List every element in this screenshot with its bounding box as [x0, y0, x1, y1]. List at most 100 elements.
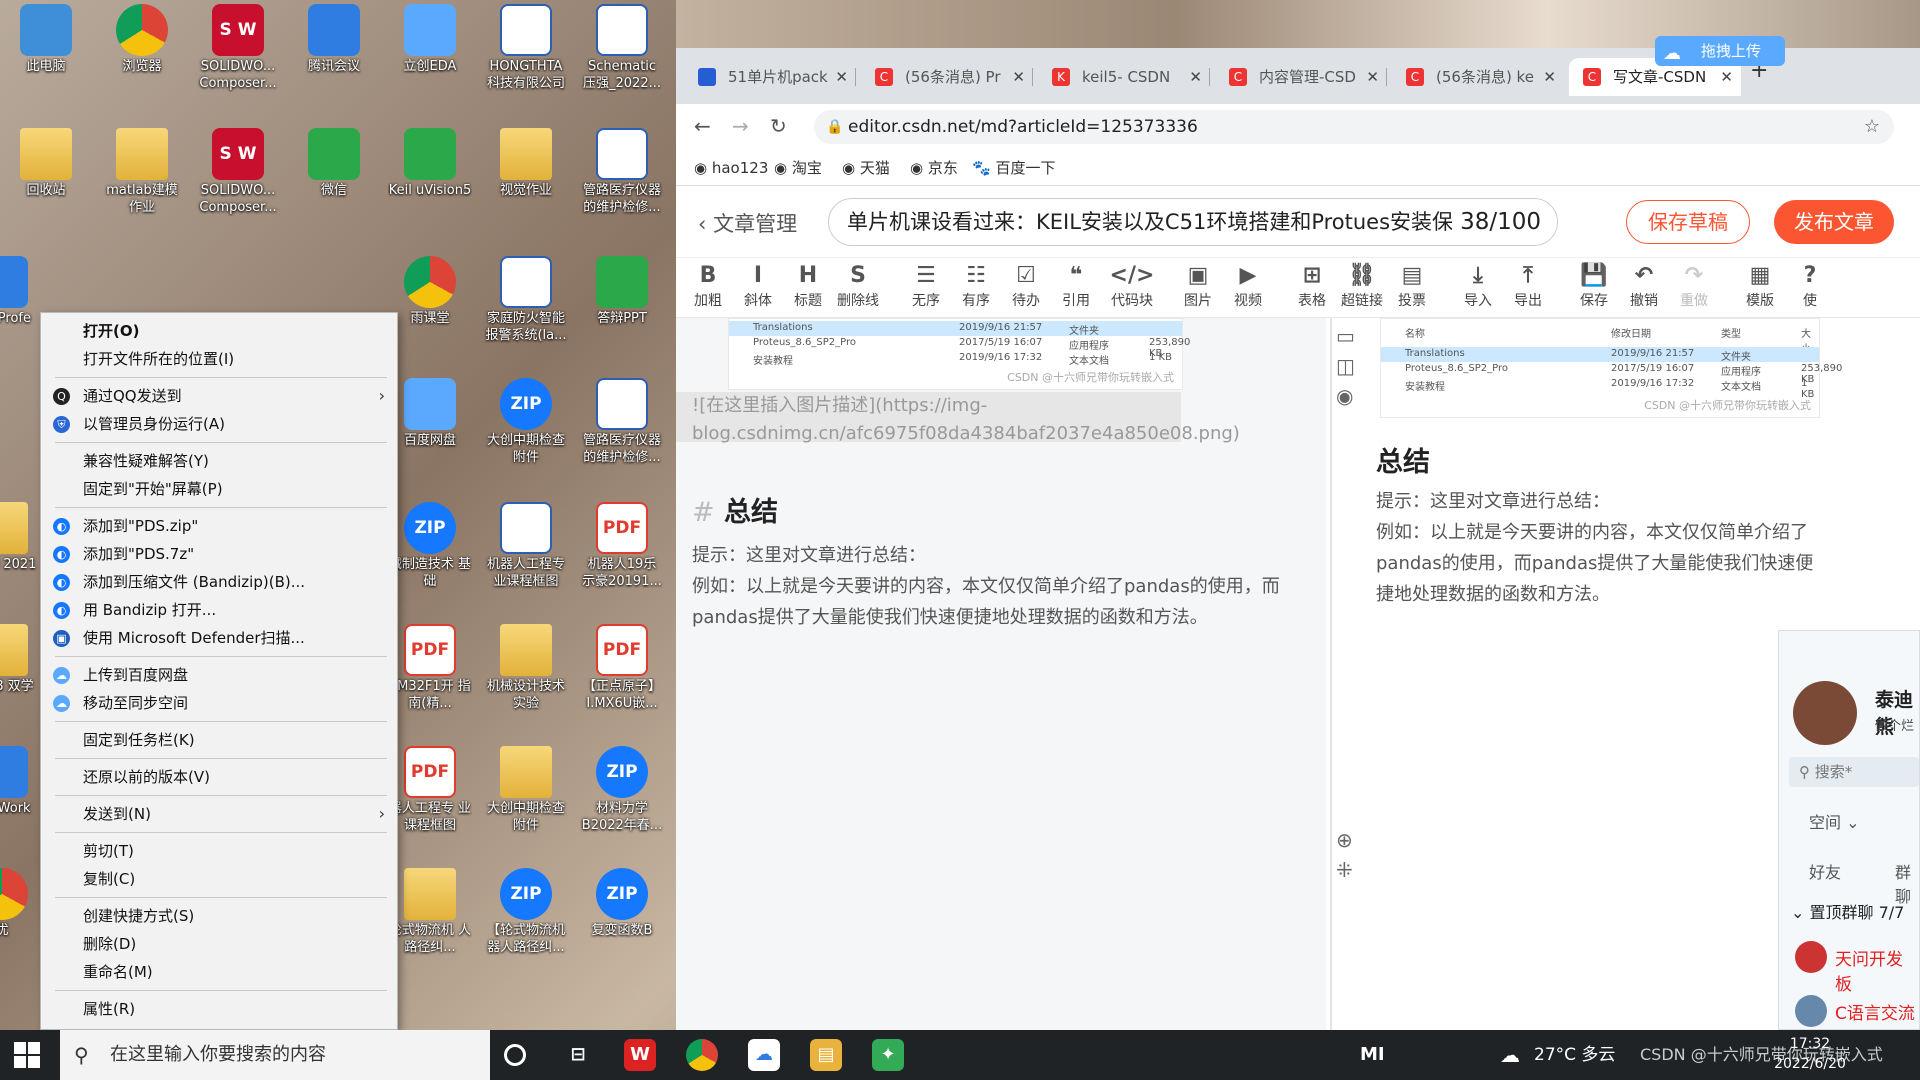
clock[interactable]: 17:32 2022/6/20 [1760, 1034, 1860, 1074]
toolbar-button[interactable]: S 删除线 [834, 262, 882, 310]
desktop-icon[interactable]: PDF 【正点原子】 I.MX6U嵌... [580, 624, 664, 712]
desktop-icon[interactable]: 微信 [292, 128, 376, 199]
wps-icon[interactable]: W [624, 1039, 656, 1071]
browser-tab[interactable]: C (56条消息) ke ✕ [1392, 58, 1564, 96]
toolbar-button[interactable]: B 加粗 [684, 262, 732, 310]
toolbar-button[interactable]: ☑ 待办 [1002, 262, 1050, 310]
toolbar-button[interactable]: ? 使 [1786, 262, 1834, 310]
desktop-icon[interactable]: 浏览器 [100, 4, 184, 75]
browser-tab[interactable]: 🐾 51单片机pack ✕ [684, 58, 856, 96]
menu-item[interactable]: 打开文件所在的位置(I) [41, 345, 397, 373]
layout-icon[interactable]: ▭ [1336, 324, 1355, 348]
menu-item[interactable]: 复制(C) [41, 865, 397, 893]
desktop-icon[interactable]: 2018 双学 [0, 624, 44, 695]
desktop-icon[interactable]: matlab建模 作业 [100, 128, 184, 216]
desktop-icon[interactable]: 轮式物流机 人路径纠... [388, 868, 472, 956]
desktop-icon[interactable]: 答辩PPT [580, 256, 664, 327]
menu-item[interactable]: ⛨ 以管理员身份运行(A) [41, 410, 397, 438]
desktop-icon[interactable]: S W SOLIDWO... Composer... [196, 128, 280, 216]
toolbar-button[interactable]: 💾 保存 [1570, 262, 1618, 310]
cortana-icon[interactable] [504, 1044, 526, 1066]
proteus-icon[interactable]: ✦ [872, 1039, 904, 1071]
file-explorer-icon[interactable]: ▤ [810, 1039, 842, 1071]
close-tab-icon[interactable]: ✕ [1012, 58, 1025, 96]
close-tab-icon[interactable]: ✕ [835, 58, 848, 96]
toolbar-button[interactable]: I 斜体 [734, 262, 782, 310]
desktop-icon[interactable]: 家庭防火智能 报警系统(la... [484, 256, 568, 344]
menu-item[interactable]: ◐ 添加到"PDS.7z" [41, 540, 397, 568]
desktop-icon[interactable]: Keil uVision5 [388, 128, 472, 199]
desktop-icon[interactable]: PDF 机器人19乐 示豪20191... [580, 502, 664, 590]
weather-text[interactable]: 27°C 多云 [1534, 1030, 1615, 1080]
desktop-icon[interactable]: ZIP 材料力学 B2022年春... [580, 746, 664, 834]
forward-icon[interactable]: → [732, 114, 749, 138]
close-tab-icon[interactable]: ✕ [1543, 58, 1556, 96]
bookmark-item[interactable]: ◉ hao123 [694, 150, 768, 186]
article-title-input[interactable]: 单片机课设看过来：KEIL安装以及C51环境搭建和Protues安装保姆级教程 … [828, 198, 1558, 246]
toolbar-button[interactable]: ⊞ 表格 [1288, 262, 1336, 310]
bookmark-item[interactable]: 🐾 百度一下 [972, 150, 1055, 186]
desktop-icon[interactable]: ZIP 大创中期检查 附件 [484, 378, 568, 466]
task-view-icon[interactable]: ⊟ [562, 1039, 594, 1071]
toolbar-button[interactable]: ▤ 投票 [1388, 262, 1436, 310]
url-field[interactable]: 🔒 editor.csdn.net/md?articleId=125373336… [814, 110, 1894, 144]
browser-tab[interactable]: C 内容管理-CSD ✕ [1215, 58, 1387, 96]
mi-icon[interactable]: MI [1360, 1030, 1385, 1080]
toolbar-button[interactable]: ☷ 有序 [952, 262, 1000, 310]
menu-item[interactable]: 固定到"开始"屏幕(P) [41, 475, 397, 503]
directory-icon[interactable]: ⁜ [1336, 858, 1353, 882]
start-button[interactable] [14, 1042, 40, 1068]
qq-space-tab[interactable]: 空间 ⌄ [1809, 809, 1860, 833]
publish-button[interactable]: 发布文章 [1774, 200, 1894, 244]
markdown-editor[interactable]: Translations 2019/9/16 21:57 文件夹 Proteus_8.… [676, 318, 1326, 1030]
baidu-netdisk-icon[interactable]: ☁ [748, 1039, 780, 1071]
desktop-icon[interactable]: 视觉作业 [484, 128, 568, 199]
menu-item[interactable]: ◐ 添加到"PDS.zip" [41, 512, 397, 540]
desktop-icon[interactable]: 机器人工程专 业课程框图 [484, 502, 568, 590]
qq-pinned-groups[interactable]: ⌄ 置顶群聊 7/7 [1791, 899, 1904, 923]
desktop-icon[interactable]: S W SOLIDWO... Composer... [196, 4, 280, 92]
desktop-icon[interactable]: HONGTHTA 科技有限公司 [484, 4, 568, 92]
desktop-icon[interactable]: Pro Profe [0, 256, 44, 327]
toolbar-button[interactable]: ▶ 视频 [1224, 262, 1272, 310]
toolbar-button[interactable]: ↶ 撤销 [1620, 262, 1668, 310]
menu-item[interactable]: 重命名(M) [41, 958, 397, 986]
toolbar-button[interactable]: ☰ 无序 [902, 262, 950, 310]
desktop-icon[interactable]: PDF TM32F1开 指南(精... [388, 624, 472, 712]
back-icon[interactable]: ← [694, 114, 711, 138]
article-manage-link[interactable]: ‹ 文章管理 [698, 208, 797, 238]
menu-item[interactable]: ☁ 移动至同步空间 [41, 689, 397, 717]
toolbar-button[interactable]: ▦ 模版 [1736, 262, 1784, 310]
toolbar-button[interactable]: ❝ 引用 [1052, 262, 1100, 310]
desktop-icon[interactable]: 回收站 [4, 128, 88, 199]
desktop-icon[interactable]: Schematic 压强_2022... [580, 4, 664, 92]
desktop-icon[interactable]: 大创中期检查 附件 [484, 746, 568, 834]
reload-icon[interactable]: ↻ [770, 114, 787, 138]
desktop-icon[interactable]: 腾讯会议 [292, 4, 376, 75]
desktop-icon[interactable]: 雨课堂 [388, 256, 472, 327]
browser-tab[interactable]: Kkeil5- CSDN ✕ [1038, 58, 1210, 96]
taskbar-search-input[interactable]: ⚲ 在这里输入你要搜索的内容 [60, 1030, 490, 1080]
browser-tab[interactable]: C (56条消息) Pr ✕ [861, 58, 1033, 96]
bookmark-star-icon[interactable]: ☆ [1864, 110, 1880, 144]
chrome-icon[interactable] [686, 1039, 718, 1071]
desktop-icon[interactable]: ZIP 械制造技术 基础 [388, 502, 472, 590]
desktop-icon[interactable]: Solid 2021 [0, 502, 44, 573]
desktop-icon[interactable]: 管路医疗仪器 的维护检修... [580, 128, 664, 216]
desktop-icon[interactable]: ZIP 复变函数B [580, 868, 664, 939]
desktop-icon[interactable]: ZIP 【轮式物流机 器人路径纠... [484, 868, 568, 956]
locate-icon[interactable]: ⊕ [1336, 828, 1353, 852]
qq-friends-tab[interactable]: 好友 [1809, 859, 1841, 883]
toolbar-button[interactable]: ↷ 重做 [1670, 262, 1718, 310]
bookmark-item[interactable]: ◉ 天猫 [842, 150, 890, 186]
desktop-icon[interactable]: PDF 器人工程专 业课程框图 [388, 746, 472, 834]
avatar[interactable] [1793, 681, 1857, 745]
desktop-icon[interactable]: 立创EDA [388, 4, 472, 75]
bookmark-item[interactable]: ◉ 京东 [910, 150, 958, 186]
menu-item[interactable]: 创建快捷方式(S) [41, 902, 397, 930]
menu-item[interactable]: 剪切(T) [41, 837, 397, 865]
toolbar-button[interactable]: ⛓ 超链接 [1338, 262, 1386, 310]
qq-search-input[interactable]: ⚲ 搜索* [1789, 757, 1919, 787]
menu-item[interactable]: ▣ 使用 Microsoft Defender扫描... [41, 624, 397, 652]
qq-group-item[interactable]: 天问开发板 [1835, 945, 1919, 995]
